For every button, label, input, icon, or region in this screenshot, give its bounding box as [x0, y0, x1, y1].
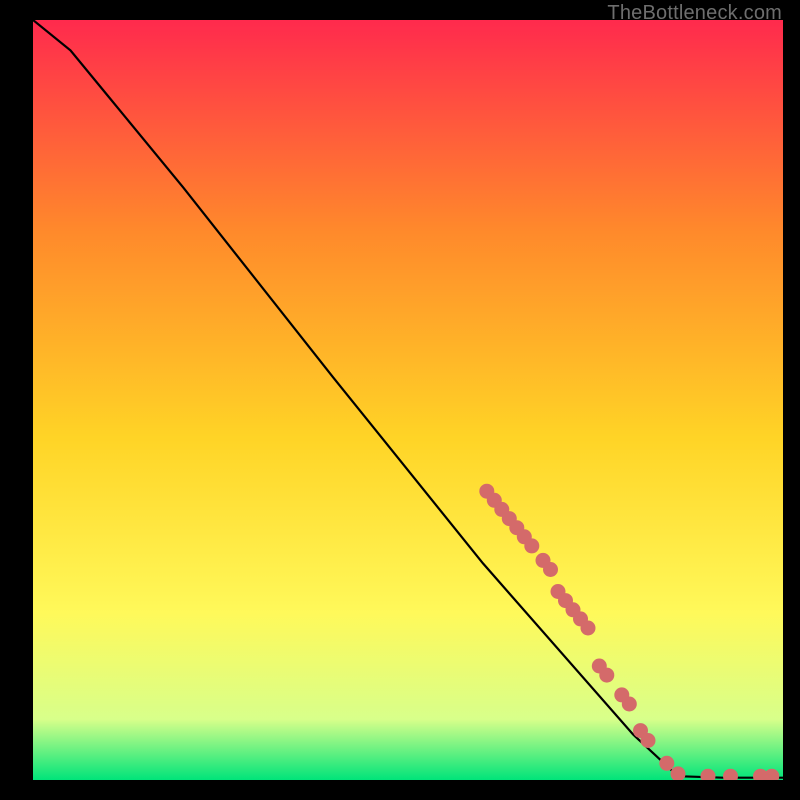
data-dot: [622, 697, 637, 712]
attribution-text: TheBottleneck.com: [607, 2, 782, 25]
data-dot: [659, 756, 674, 771]
data-dot: [524, 538, 539, 553]
plot-area: [33, 20, 783, 780]
data-dot: [581, 621, 596, 636]
data-dot: [599, 668, 614, 683]
plot-svg: [33, 20, 783, 780]
chart-canvas: TheBottleneck.com: [0, 0, 800, 800]
data-dot: [543, 562, 558, 577]
data-dot: [641, 733, 656, 748]
gradient-background: [33, 20, 783, 780]
